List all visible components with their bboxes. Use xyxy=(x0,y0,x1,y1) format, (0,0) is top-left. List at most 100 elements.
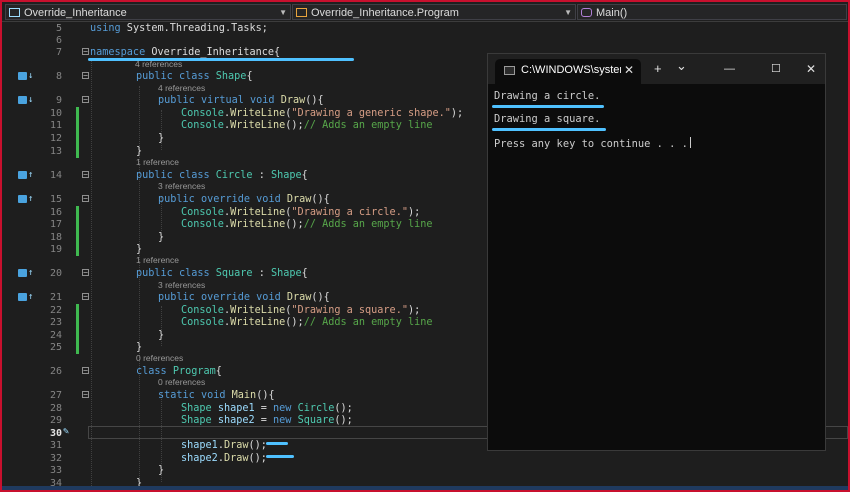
type-token: Shape xyxy=(270,170,302,181)
tab-dropdown-button[interactable]: ⌄ xyxy=(676,59,687,73)
paren-token: (); xyxy=(285,120,304,131)
keyword-token: class xyxy=(178,268,210,279)
line-number: 13 xyxy=(49,146,62,157)
keyword-token: namespace xyxy=(90,47,146,58)
close-button[interactable]: ✕ xyxy=(806,62,816,76)
highlight-underline xyxy=(492,128,606,131)
line-number: 19 xyxy=(49,244,62,255)
method-token: WriteLine xyxy=(230,317,286,328)
string-token: "Drawing a circle." xyxy=(291,207,408,218)
namespace-token: Override_Inheritance{ xyxy=(145,47,281,58)
fold-icon[interactable]: − xyxy=(82,96,89,104)
fold-icon[interactable]: − xyxy=(82,293,89,301)
csharp-project-icon xyxy=(9,8,20,17)
colon-token: : xyxy=(252,170,271,181)
class-icon xyxy=(296,8,307,17)
keyword-token: new xyxy=(273,415,292,426)
method-token: Draw xyxy=(280,95,306,106)
codelens-references[interactable]: 4 references xyxy=(135,59,182,70)
maximize-button[interactable]: ☐ xyxy=(771,62,781,76)
keyword-token: void xyxy=(200,390,226,401)
codelens-references[interactable]: 1 reference xyxy=(136,157,179,168)
type-token: Program xyxy=(172,366,216,377)
paren-token: ); xyxy=(407,305,421,316)
codelens-references[interactable]: 0 references xyxy=(158,377,205,388)
member-dropdown[interactable]: Main() xyxy=(577,4,847,20)
change-indicator xyxy=(76,243,79,256)
new-tab-button[interactable]: + xyxy=(654,62,662,76)
brace-token: { xyxy=(246,71,253,82)
codelens-references[interactable]: 3 references xyxy=(158,181,205,192)
paren-token: (){ xyxy=(311,194,330,205)
keyword-token: static xyxy=(158,390,195,401)
fold-icon[interactable]: − xyxy=(82,195,89,203)
console-window[interactable]: C:\WINDOWS\system32 ✕ + ⌄ — ☐ ✕ Drawing … xyxy=(487,53,826,451)
scope-dropdown[interactable]: Override_Inheritance.Program ▼ xyxy=(292,4,576,20)
class-icon[interactable] xyxy=(18,72,27,80)
codelens-references[interactable]: 3 references xyxy=(158,280,205,291)
fold-icon[interactable]: − xyxy=(82,72,89,80)
brace-token: } xyxy=(158,465,165,476)
type-token: Console xyxy=(181,207,224,218)
brace-token: } xyxy=(136,244,143,255)
project-dropdown[interactable]: Override_Inheritance ▼ xyxy=(5,4,291,20)
console-prompt-line: Press any key to continue . . . xyxy=(494,137,691,151)
highlight-underline xyxy=(266,455,294,458)
keyword-token: public xyxy=(158,292,195,303)
highlight-underline xyxy=(266,442,288,445)
class-icon[interactable] xyxy=(18,171,27,179)
fold-icon[interactable]: − xyxy=(82,171,89,179)
terminal-icon xyxy=(504,66,515,75)
line-number: 31 xyxy=(49,440,62,451)
type-token: Circle xyxy=(297,403,335,414)
line-number: 20 xyxy=(49,268,62,279)
change-indicator xyxy=(76,119,79,132)
change-indicator xyxy=(76,218,79,231)
operator-token: = xyxy=(254,415,274,426)
keyword-token: public xyxy=(158,194,195,205)
method-token: WriteLine xyxy=(230,207,286,218)
method-token: Draw xyxy=(286,292,312,303)
type-token: Console xyxy=(181,108,224,119)
fold-icon[interactable]: − xyxy=(82,367,89,375)
highlight-underline xyxy=(492,105,604,108)
console-tab-title: C:\WINDOWS\system32 xyxy=(521,64,621,76)
type-token: Console xyxy=(181,219,224,230)
line-number: 29 xyxy=(49,415,62,426)
type-token: Shape xyxy=(270,268,302,279)
codelens-references[interactable]: 4 references xyxy=(158,83,205,94)
method-icon[interactable] xyxy=(18,96,27,104)
tab-close-icon[interactable]: ✕ xyxy=(624,63,634,77)
minimize-button[interactable]: — xyxy=(724,62,735,76)
fold-icon[interactable]: − xyxy=(82,48,89,56)
keyword-token: public xyxy=(136,170,173,181)
line-number: 12 xyxy=(49,133,62,144)
codelens-references[interactable]: 1 reference xyxy=(136,255,179,266)
pencil-icon[interactable]: ✎ xyxy=(63,426,69,437)
codelens-references[interactable]: 0 references xyxy=(136,353,183,364)
line-number: 23 xyxy=(49,317,62,328)
method-icon[interactable] xyxy=(18,293,27,301)
change-indicator xyxy=(76,145,79,158)
console-tab[interactable]: C:\WINDOWS\system32 ✕ xyxy=(495,59,641,84)
variable-token: shape2 xyxy=(181,453,218,464)
keyword-token: override xyxy=(200,194,251,205)
keyword-token: public xyxy=(136,268,173,279)
line-number: 7 xyxy=(55,47,62,58)
change-indicator xyxy=(76,341,79,354)
fold-icon[interactable]: − xyxy=(82,269,89,277)
code-line-33: 33 } xyxy=(2,464,848,477)
class-icon[interactable] xyxy=(18,269,27,277)
method-token: WriteLine xyxy=(230,108,286,119)
colon-token: : xyxy=(252,268,271,279)
member-dropdown-label: Main() xyxy=(596,7,628,19)
status-strip xyxy=(2,486,848,490)
comment-token: // Adds an empty line xyxy=(303,317,433,328)
method-icon[interactable] xyxy=(18,195,27,203)
console-tab-bar: C:\WINDOWS\system32 ✕ + ⌄ — ☐ ✕ xyxy=(488,54,825,84)
fold-icon[interactable]: − xyxy=(82,391,89,399)
line-number: 9 xyxy=(55,95,62,106)
string-token: "Drawing a generic shape." xyxy=(291,108,451,119)
type-token: Circle xyxy=(215,170,253,181)
keyword-token: public xyxy=(158,95,195,106)
